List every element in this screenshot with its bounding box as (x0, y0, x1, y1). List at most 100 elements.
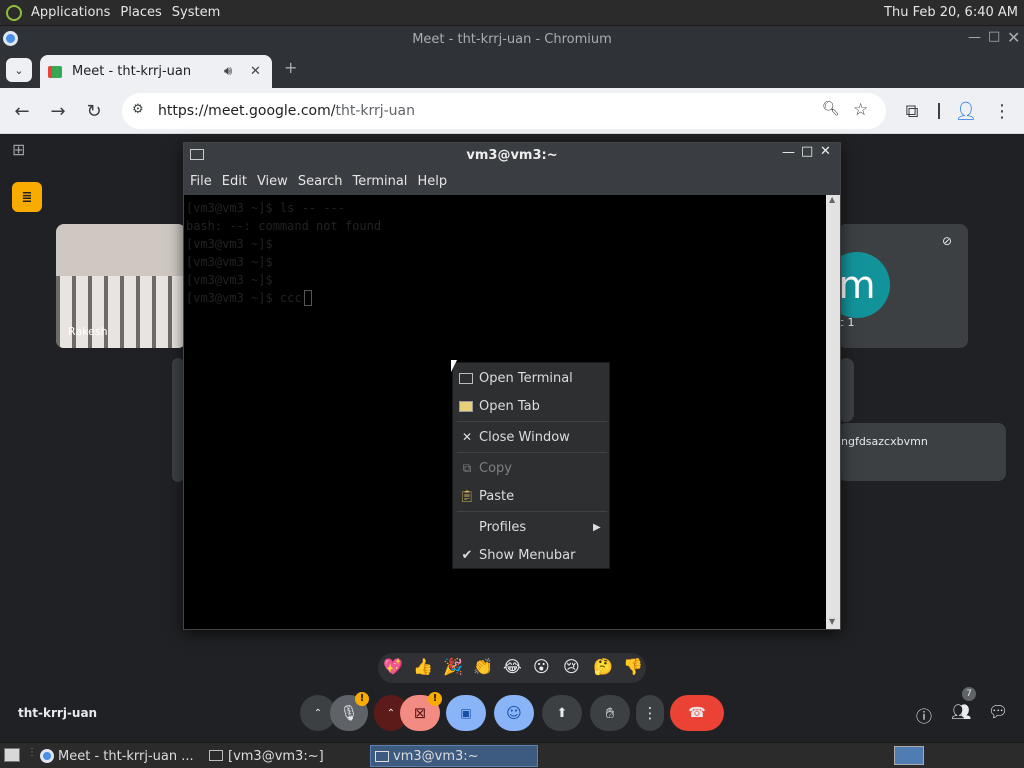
menu-help[interactable]: Help (417, 174, 447, 189)
reactions-button[interactable]: ☺ (494, 695, 534, 731)
terminal-line: [vm3@vm3 ~]$ ccc (186, 291, 302, 305)
more-vert-icon: ⋮ (642, 704, 658, 722)
participant-name-text: ngfdsazcxbvmn (841, 435, 928, 448)
tab-close-icon[interactable]: ✕ (250, 64, 261, 79)
menu-item-label: Close Window (479, 429, 570, 445)
clock[interactable]: Thu Feb 20, 6:40 AM (884, 5, 1024, 20)
meet-favicon-icon (48, 65, 62, 78)
reload-icon[interactable]: ↻ (82, 99, 106, 123)
emoji-thumbs-down[interactable]: 👎 (623, 657, 643, 676)
menu-separator (457, 511, 607, 512)
taskbar-item-label: Meet - tht-krrj-uan ... (58, 748, 194, 764)
participant-tile-text[interactable]: ngfdsazcxbvmn (838, 423, 1006, 481)
emoji-crying[interactable]: 😢 (563, 657, 580, 676)
terminal-cursor (303, 290, 312, 306)
taskbar-item-terminal-1[interactable]: [vm3@vm3:~] (206, 745, 364, 767)
hand-icon: ✋︎ (605, 704, 615, 722)
tab-strip: ⌄ Meet - tht-krrj-uan 🔊︎ ✕ + (0, 52, 1024, 88)
url-host: https://meet.google.com/ (158, 103, 336, 119)
site-info-icon[interactable]: ⚙ (132, 102, 144, 117)
raise-hand-button[interactable]: ✋︎ (590, 695, 630, 731)
terminal-minimize-icon[interactable]: — (782, 145, 795, 160)
taskbar-item-chromium[interactable]: Meet - tht-krrj-uan ... (36, 745, 200, 767)
zoom-icon[interactable]: 🔍︎ (822, 101, 840, 117)
back-icon[interactable]: ← (10, 99, 34, 123)
speaker-icon[interactable]: 🔊︎ (224, 64, 232, 79)
tab-search-button[interactable]: ⌄ (6, 58, 32, 82)
emoji-party-popper[interactable]: 🎉 (443, 657, 463, 676)
taskbar-item-label: [vm3@vm3:~] (228, 748, 324, 764)
meeting-info-badge[interactable]: ≣ (12, 182, 42, 212)
system-menu[interactable]: System (167, 5, 225, 20)
checkmark-icon: ✔ (461, 547, 473, 563)
menu-view[interactable]: View (257, 174, 288, 189)
apps-grid-icon[interactable]: ⊞ (12, 140, 25, 159)
present-button[interactable]: ⬆ (542, 695, 582, 731)
mic-warning-badge: ! (355, 692, 369, 706)
menu-item-label: Open Terminal (479, 370, 573, 386)
more-options-button[interactable]: ⋮ (636, 695, 664, 731)
emoji-thinking[interactable]: 🤔 (593, 657, 613, 676)
terminal-titlebar[interactable]: vm3@vm3:~ — □ ✕ (184, 143, 840, 167)
menu-item-open-tab[interactable]: Open Tab (453, 393, 611, 419)
people-icon[interactable]: 👥︎ (951, 702, 971, 721)
chrome-menu-icon[interactable]: ⋮ (990, 99, 1014, 123)
menu-file[interactable]: File (190, 174, 212, 189)
scroll-down-icon[interactable]: ▼ (829, 617, 835, 626)
phone-hangup-icon: ☎︎ (688, 705, 706, 721)
chat-icon[interactable]: 💬︎ (988, 702, 1008, 721)
maximize-icon[interactable]: □ (988, 29, 1000, 44)
participant-name: Rakesh (68, 325, 108, 338)
menu-terminal[interactable]: Terminal (352, 174, 407, 189)
menu-item-profiles[interactable]: Profiles ▶ (453, 514, 611, 540)
close-icon[interactable]: ✕ (1007, 28, 1020, 47)
captions-button[interactable]: ▣ (446, 695, 486, 731)
minimize-icon[interactable]: — (968, 30, 981, 45)
paste-icon: 📋︎ (459, 489, 475, 503)
emoji-clap[interactable]: 👏 (473, 657, 493, 676)
copy-icon: ⧉ (462, 460, 472, 475)
terminal-line: [vm3@vm3 ~]$ (186, 273, 273, 287)
workspace-switcher[interactable] (894, 746, 924, 765)
emoji-joy[interactable]: 😂 (503, 657, 522, 676)
places-menu[interactable]: Places (115, 5, 166, 20)
address-bar[interactable]: ⚙ https://meet.google.com/tht-krrj-uan 🔍… (122, 93, 886, 129)
forward-icon[interactable]: → (46, 99, 70, 123)
menu-search[interactable]: Search (298, 174, 343, 189)
menu-item-copy: ⧉ Copy (453, 455, 611, 481)
menu-item-show-menubar[interactable]: ✔ Show Menubar (453, 542, 611, 568)
terminal-context-menu: Open Terminal Open Tab ✕ Close Window ⧉ … (452, 362, 610, 569)
applications-menu[interactable]: Applications (26, 5, 115, 20)
top-panel: Applications Places System Thu Feb 20, 6… (0, 0, 1024, 26)
terminal-maximize-icon[interactable]: □ (801, 144, 813, 159)
terminal-line: [vm3@vm3 ~]$ (186, 255, 273, 269)
close-x-icon: ✕ (461, 430, 473, 444)
menu-item-open-terminal[interactable]: Open Terminal (453, 365, 611, 391)
participant-tile-video[interactable]: Rakesh (56, 224, 186, 348)
terminal-app-icon (190, 149, 204, 160)
emoji-thumbs-up[interactable]: 👍 (413, 657, 433, 676)
menu-item-paste[interactable]: 📋︎ Paste (453, 483, 611, 509)
show-desktop-icon[interactable] (4, 748, 20, 762)
leave-call-button[interactable]: ☎︎ (670, 695, 724, 731)
new-tab-icon[interactable]: + (284, 58, 297, 77)
toolbar-divider (938, 103, 940, 119)
scroll-up-icon[interactable]: ▲ (829, 195, 835, 204)
terminal-scrollbar[interactable]: ▲ ▼ (826, 195, 840, 629)
emoji-surprised[interactable]: 😮 (533, 657, 550, 676)
bookmark-star-icon[interactable]: ☆ (853, 100, 868, 120)
extensions-icon[interactable]: ⧉ (900, 99, 924, 123)
taskbar: ⋮ Meet - tht-krrj-uan ... [vm3@vm3:~] vm… (0, 742, 1024, 768)
gnome-foot-icon[interactable] (6, 4, 22, 21)
info-icon[interactable]: ⓘ (916, 703, 932, 727)
menu-item-close-window[interactable]: ✕ Close Window (453, 424, 611, 450)
tab-meet[interactable]: Meet - tht-krrj-uan 🔊︎ ✕ (40, 55, 272, 88)
emoji-sparkling-heart[interactable]: 💖 (383, 657, 403, 676)
terminal-line: bash: --: command not found (186, 219, 382, 233)
taskbar-item-terminal-2[interactable]: vm3@vm3:~ (370, 745, 538, 767)
menu-item-label: Paste (479, 488, 515, 504)
terminal-close-icon[interactable]: ✕ (820, 144, 831, 159)
profile-icon[interactable]: 👤︎ (954, 99, 978, 123)
menu-edit[interactable]: Edit (222, 174, 247, 189)
participant-tile-right[interactable]: ⊘ m c 1 (824, 224, 968, 348)
